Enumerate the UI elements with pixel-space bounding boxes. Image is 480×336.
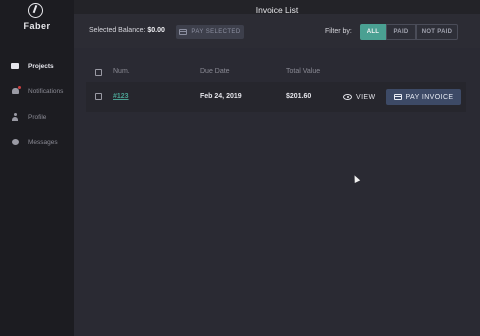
- column-header-total: Total Value: [286, 68, 321, 75]
- invoice-number-link[interactable]: #123: [113, 93, 129, 100]
- credit-card-icon: [393, 94, 402, 100]
- selected-balance-value: $0.00: [147, 27, 165, 34]
- filter-all-button[interactable]: ALL: [360, 24, 386, 40]
- bell-icon: [10, 86, 21, 96]
- user-icon: [10, 112, 20, 122]
- toolbar: Selected Balance: $0.00 PAY SELECTED Fil…: [74, 14, 480, 48]
- brand-name: Faber: [23, 21, 51, 31]
- sidebar: Faber Projects Notifications Profile Mes…: [0, 0, 74, 336]
- view-button[interactable]: VIEW: [343, 90, 376, 104]
- sidebar-item-messages[interactable]: Messages: [10, 135, 58, 149]
- due-date: Feb 24, 2019: [200, 93, 242, 100]
- folder-icon: [10, 61, 20, 71]
- row-checkbox[interactable]: [95, 93, 102, 100]
- pay-selected-button[interactable]: PAY SELECTED: [176, 25, 244, 39]
- top-bar: Invoice List: [74, 0, 480, 15]
- column-header-num: Num.: [113, 68, 130, 75]
- sidebar-item-projects[interactable]: Projects: [10, 59, 54, 73]
- mouse-cursor-icon: [351, 174, 361, 183]
- sidebar-item-notifications[interactable]: Notifications: [10, 84, 63, 98]
- pay-invoice-label: PAY INVOICE: [405, 93, 454, 101]
- sidebar-item-label: Projects: [28, 62, 54, 70]
- credit-card-icon: [179, 29, 188, 35]
- selected-balance-label: Selected Balance:: [89, 27, 146, 34]
- sidebar-item-label: Messages: [28, 138, 58, 146]
- table-row: #123 Feb 24, 2019 $201.60 VIEW PAY INVOI…: [86, 82, 466, 112]
- logo-icon: [28, 3, 43, 18]
- sidebar-item-label: Profile: [28, 113, 47, 121]
- select-all-checkbox[interactable]: [95, 69, 102, 76]
- sidebar-item-profile[interactable]: Profile: [10, 110, 46, 124]
- filter-not-paid-button[interactable]: NOT PAID: [416, 24, 458, 40]
- pay-selected-label: PAY SELECTED: [191, 29, 241, 35]
- view-label: VIEW: [356, 93, 376, 101]
- column-header-due-date: Due Date: [200, 68, 230, 75]
- filter-paid-button[interactable]: PAID: [386, 24, 416, 40]
- eye-icon: [343, 94, 352, 100]
- message-icon: [10, 137, 20, 147]
- sidebar-item-label: Notifications: [28, 87, 64, 95]
- total-value: $201.60: [286, 93, 312, 100]
- table-header: Num. Due Date Total Value: [74, 64, 480, 80]
- filter-label: Filter by:: [325, 28, 352, 35]
- pay-invoice-button[interactable]: PAY INVOICE: [386, 89, 461, 105]
- selected-balance: Selected Balance: $0.00: [89, 27, 165, 34]
